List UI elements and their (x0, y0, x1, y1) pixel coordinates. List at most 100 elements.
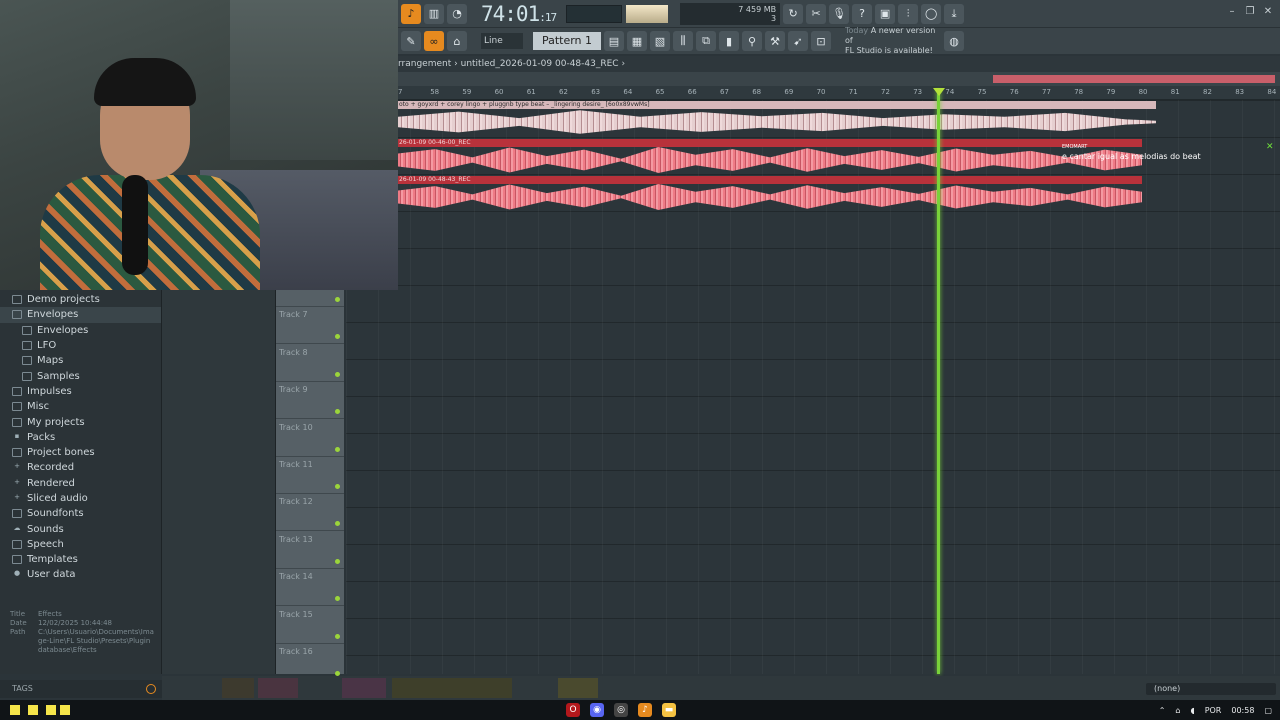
ruler-tick-label: 63 (591, 88, 601, 96)
track-enable-icon[interactable] (335, 446, 340, 452)
globe-icon[interactable]: ◍ (944, 31, 964, 51)
audio-clip-rec-2[interactable]: 26-01-09 00-48-43_REC (398, 176, 1142, 210)
search-icon[interactable] (146, 684, 156, 694)
chat-icon[interactable]: ◯ (921, 3, 942, 24)
track-enable-icon[interactable] (335, 334, 340, 340)
track-header[interactable]: Track 15 (276, 607, 344, 644)
track-header[interactable]: Track 11 (276, 457, 344, 494)
language-indicator[interactable]: POR (1205, 706, 1222, 715)
chevron-up-icon[interactable]: ⌃ (1159, 706, 1166, 715)
wait-icon[interactable]: ◔ (447, 3, 467, 24)
save-icon[interactable]: ▣ (875, 3, 896, 24)
browser-item[interactable]: My projects (0, 414, 161, 429)
start-icon[interactable] (10, 705, 20, 715)
volume-icon[interactable]: ◖ (1190, 706, 1194, 715)
refresh-icon[interactable]: ↻ (783, 3, 804, 24)
clock[interactable]: 00:58 (1231, 706, 1254, 715)
obs-icon[interactable]: ◎ (614, 703, 628, 717)
browser-item[interactable]: + Rendered (0, 476, 161, 491)
snap-select[interactable]: Line (481, 33, 523, 49)
track-enable-icon[interactable] (335, 297, 340, 302)
output-select[interactable]: (none) (1146, 683, 1276, 695)
cart-icon[interactable]: ⊡ (811, 31, 831, 51)
track-enable-icon[interactable] (335, 558, 340, 564)
browser-item[interactable]: Impulses (0, 384, 161, 399)
track-header[interactable]: Track 7 (276, 307, 344, 345)
track-label: Track 8 (279, 347, 308, 357)
audio-clip-rec-1[interactable]: 26-01-09 00-46-00_REC (398, 139, 1142, 173)
browser-item[interactable]: ☁ Sounds (0, 521, 161, 536)
track-enable-icon[interactable] (335, 596, 340, 602)
track-header[interactable]: Track 14 (276, 569, 344, 607)
help-icon[interactable]: ? (852, 3, 873, 24)
track-header[interactable]: Track 13 (276, 532, 344, 569)
file-icon[interactable] (46, 705, 56, 715)
notification-icon[interactable]: ▢ (1264, 706, 1272, 715)
piano-roll-icon[interactable]: ▧ (650, 31, 670, 51)
playhead-marker-icon[interactable] (933, 88, 945, 96)
restore-icon[interactable]: ❐ (1244, 6, 1256, 18)
browser-item[interactable]: Maps (0, 353, 161, 368)
metronome-icon[interactable]: ⌂ (447, 31, 467, 51)
timeline-scrollbar[interactable] (398, 72, 1280, 86)
track-enable-icon[interactable] (335, 521, 340, 527)
browser-item[interactable]: Demo projects (0, 292, 161, 307)
ruler-tick-label: 68 (752, 88, 762, 96)
plug-icon[interactable]: ⚲ (742, 31, 762, 51)
browser-item[interactable]: Samples (0, 368, 161, 383)
browser-item[interactable]: Templates (0, 552, 161, 567)
track-enable-icon[interactable] (335, 484, 340, 489)
file-icon[interactable] (28, 705, 38, 715)
cut-icon[interactable]: ✂ (806, 3, 827, 24)
browser-item[interactable]: Misc (0, 399, 161, 414)
track-enable-icon[interactable] (335, 633, 340, 639)
playhead[interactable] (937, 90, 940, 674)
close-icon[interactable]: ✕ (1266, 142, 1274, 152)
tags-bar[interactable]: TAGS (0, 680, 162, 698)
timeline-ruler[interactable]: 7 58 59 60 61 62 63 64 65 66 67 68 69 70 71 72 73 74 75 76 7… (398, 86, 1280, 100)
track-header[interactable]: Track 10 (276, 420, 344, 457)
mixer-window-icon[interactable]: ⫼ (673, 31, 693, 51)
pattern-selector[interactable]: Pattern 1 (533, 32, 601, 50)
piano-icon[interactable]: ▥ (424, 3, 444, 24)
send-icon[interactable]: ➹ (788, 31, 808, 51)
browser-item[interactable]: Soundfonts (0, 506, 161, 521)
track-header[interactable]: Track 8 (276, 345, 344, 382)
network-icon[interactable]: ⌂ (1175, 706, 1180, 715)
browser-item[interactable]: Envelopes (0, 323, 161, 338)
browser-item[interactable]: Speech (0, 537, 161, 552)
update-notice[interactable]: Today A newer version of FL Studio is av… (845, 26, 941, 56)
mixer-icon[interactable]: ⫶ (898, 3, 919, 24)
download-icon[interactable]: ⤓ (944, 3, 965, 24)
track-header[interactable]: Track 9 (276, 382, 344, 420)
file-icon[interactable] (60, 705, 70, 715)
browser-icon[interactable]: ▮ (719, 31, 739, 51)
close-window-icon[interactable]: ✕ (1262, 6, 1274, 18)
discord-icon[interactable]: ◉ (590, 703, 604, 717)
channel-rack-icon[interactable]: ▦ (627, 31, 647, 51)
explorer-icon[interactable]: ▬ (662, 703, 676, 717)
browser-item[interactable]: ▪ Packs (0, 430, 161, 445)
audio-clip-beat[interactable]: oto + goyxrd + corey lingo + pluggnb typ… (398, 101, 1156, 135)
browser-item[interactable]: + Recorded (0, 460, 161, 475)
browser-item[interactable]: + Sliced audio (0, 491, 161, 506)
minimize-icon[interactable]: – (1226, 6, 1238, 18)
mic-icon[interactable]: 🎙 (829, 3, 850, 24)
plugin-icon[interactable]: ⧉ (696, 31, 716, 51)
pencil-icon[interactable]: ✎ (401, 31, 421, 51)
browser-item[interactable]: Envelopes (0, 307, 161, 323)
browser-item[interactable]: Project bones (0, 445, 161, 460)
track-label: Track 16 (279, 647, 313, 656)
link-icon[interactable]: ∞ (424, 31, 444, 51)
browser-item[interactable]: ● User data (0, 567, 161, 582)
track-enable-icon[interactable] (335, 371, 340, 377)
tools-icon[interactable]: ⚒ (765, 31, 785, 51)
fl-studio-icon[interactable]: ♪ (638, 703, 652, 717)
scrollbar-thumb[interactable] (993, 75, 1275, 83)
opera-icon[interactable]: O (566, 703, 580, 717)
browser-item[interactable]: LFO (0, 338, 161, 353)
pattern-song-toggle[interactable]: ♪ (401, 3, 421, 24)
playlist-icon[interactable]: ▤ (604, 31, 624, 51)
track-enable-icon[interactable] (335, 409, 340, 415)
track-header[interactable]: Track 12 (276, 494, 344, 532)
